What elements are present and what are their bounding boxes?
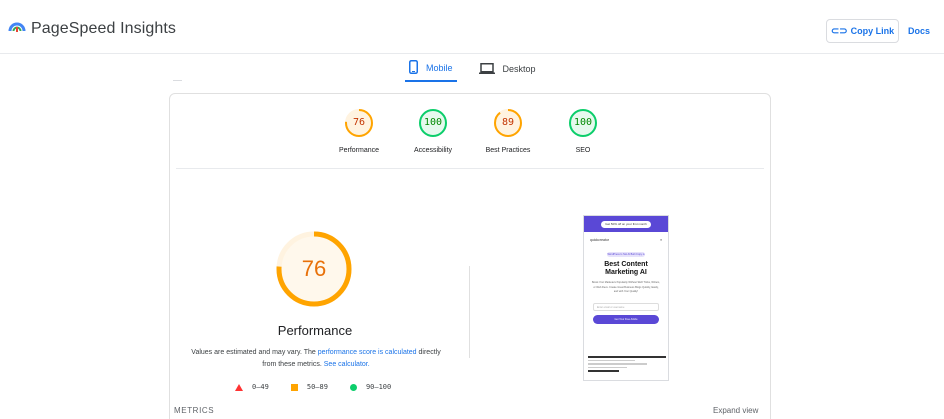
score-value: 100 xyxy=(573,117,593,128)
menu-icon: ≡ xyxy=(659,238,662,242)
link-icon: ⊂⊃ xyxy=(830,25,848,37)
device-tabs: Mobile Desktop xyxy=(405,56,540,82)
metrics-heading: METRICS xyxy=(174,406,215,415)
smartphone-icon xyxy=(409,60,426,76)
score-gauge: 100 xyxy=(568,108,598,138)
screenshot-nav: quickcreator ≡ xyxy=(584,232,668,242)
brand[interactable]: PageSpeed Insights xyxy=(8,18,176,39)
triangle-icon xyxy=(235,383,243,391)
report-card: 76 Performance 100 Accessibility 89 Best… xyxy=(169,93,771,419)
score-label: Performance xyxy=(338,147,380,154)
tab-desktop-label: Desktop xyxy=(502,64,536,74)
screenshot-rule xyxy=(588,356,666,358)
copy-link-label: Copy Link xyxy=(850,26,895,36)
score-legend: 0–49 50–89 90–100 xyxy=(235,383,413,391)
score-label: Best Practices xyxy=(485,147,531,154)
top-bar: PageSpeed Insights ⊂⊃ Copy Link Docs xyxy=(0,0,944,54)
docs-link[interactable]: Docs xyxy=(908,26,930,36)
section-divider xyxy=(176,168,764,169)
screenshot-logo: quickcreator xyxy=(590,238,610,242)
screenshot-footer-content xyxy=(588,356,666,378)
legend-range: 0–49 xyxy=(252,383,269,391)
score-summary: 76 Performance 100 Accessibility 89 Best… xyxy=(170,94,770,168)
score-seo[interactable]: 100 SEO xyxy=(543,108,623,154)
vertical-divider xyxy=(469,266,470,358)
copy-link-button[interactable]: ⊂⊃ Copy Link xyxy=(826,19,899,43)
legend-item-pass: 90–100 xyxy=(349,383,392,391)
legend-item-fail: 0–49 xyxy=(235,383,269,391)
tab-divider-mark xyxy=(173,80,182,81)
laptop-icon xyxy=(478,62,503,76)
score-value: 76 xyxy=(352,117,366,128)
score-value: 89 xyxy=(501,117,515,128)
circle-icon xyxy=(349,383,357,391)
screenshot-rule xyxy=(588,370,620,372)
screenshot-headline-2: Marketing AI xyxy=(605,269,647,276)
screenshot-input: Enter email or username xyxy=(593,302,659,311)
screenshot-headline-1: Best Content xyxy=(604,261,648,268)
legend-range: 50–89 xyxy=(306,383,328,391)
score-accessibility[interactable]: 100 Accessibility xyxy=(393,108,473,154)
score-gauge: 100 xyxy=(418,108,448,138)
screenshot-cta: Get Your Free Article xyxy=(593,314,659,324)
score-gauge: 89 xyxy=(493,108,523,138)
square-icon xyxy=(290,383,298,391)
screenshot-promo-bar: Get 50% off on your first month xyxy=(584,216,668,232)
tab-mobile[interactable]: Mobile xyxy=(405,56,457,82)
tab-desktop[interactable]: Desktop xyxy=(475,56,540,82)
score-best-practices[interactable]: 89 Best Practices xyxy=(468,108,548,154)
screenshot-headline: Best Content Marketing AI xyxy=(584,261,668,277)
screenshot-rule xyxy=(588,363,647,365)
performance-gauge: 76 xyxy=(275,230,353,308)
note-text-prefix: Values are estimated and may vary. The xyxy=(191,349,318,356)
score-label: Accessibility xyxy=(413,147,453,154)
performance-title: Performance xyxy=(277,323,353,338)
screenshot-subtitle: Boost Your Marketers Popularity Without … xyxy=(591,281,661,293)
screenshot-rule xyxy=(588,366,627,368)
page-screenshot[interactable]: Get 50% off on your first month quickcre… xyxy=(583,215,669,381)
app-title: PageSpeed Insights xyxy=(31,19,177,37)
score-gauge: 76 xyxy=(344,108,374,138)
score-value: 100 xyxy=(423,117,443,128)
screenshot-rule xyxy=(588,359,635,361)
pagespeed-logo-icon xyxy=(8,18,26,39)
performance-score-value: 76 xyxy=(301,256,327,281)
expand-view-toggle[interactable]: Expand view xyxy=(713,406,758,415)
screenshot-promo: Get 50% off on your first month xyxy=(601,220,651,228)
legend-range: 90–100 xyxy=(365,383,392,391)
see-calculator-link[interactable]: See calculator. xyxy=(324,361,370,368)
screenshot-badge: WordPress Is Not AI Built Copy is xyxy=(607,252,645,257)
performance-score-link[interactable]: performance score is calculated xyxy=(318,349,417,356)
performance-note: Values are estimated and may vary. The p… xyxy=(186,347,446,371)
score-label: SEO xyxy=(575,147,591,154)
score-performance[interactable]: 76 Performance xyxy=(319,108,399,154)
legend-item-average: 50–89 xyxy=(290,383,328,391)
tab-mobile-label: Mobile xyxy=(426,63,453,73)
